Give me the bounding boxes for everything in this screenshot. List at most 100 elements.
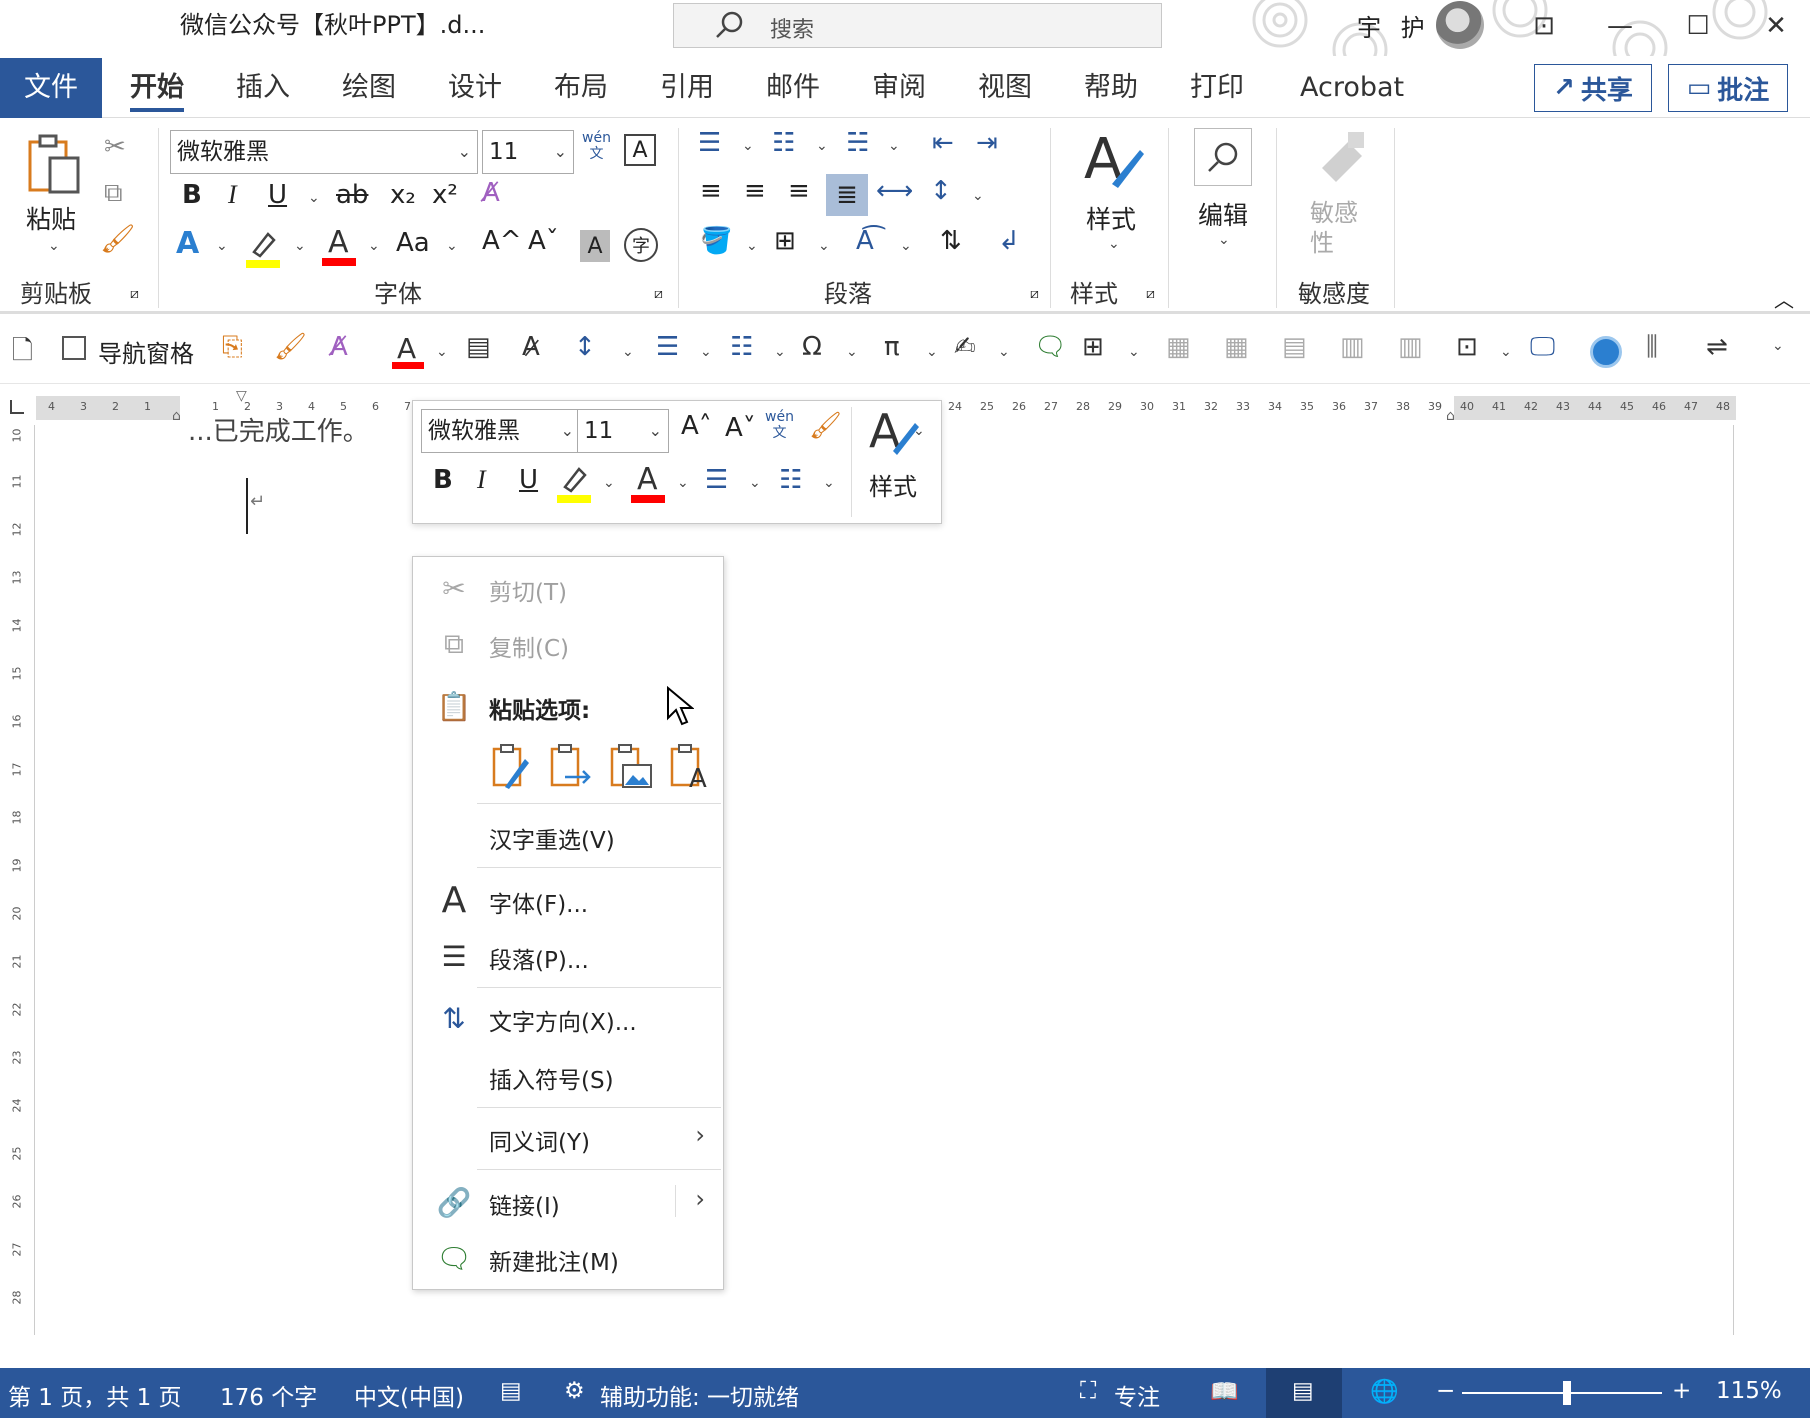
zoom-slider-thumb[interactable]	[1563, 1381, 1571, 1405]
tab-acrobat[interactable]: Acrobat	[1296, 58, 1408, 118]
chevron-down-icon[interactable]: ⌄	[888, 138, 900, 154]
symbol-icon[interactable]: Ω	[802, 332, 822, 372]
mini-underline-button[interactable]: U	[519, 465, 538, 505]
chevron-right-icon[interactable]: ›	[695, 1185, 705, 1213]
highlight-icon[interactable]	[557, 463, 591, 503]
left-indent-marker[interactable]: ⌂	[172, 408, 181, 424]
font-color-icon[interactable]: A	[392, 330, 424, 372]
chevron-down-icon[interactable]: ⌄	[1500, 344, 1512, 360]
chevron-down-icon[interactable]: ⌄	[1218, 232, 1230, 248]
maximize-button[interactable]: ☐	[1676, 6, 1720, 46]
equation-icon[interactable]: π	[884, 332, 900, 372]
tab-print[interactable]: 打印	[1186, 58, 1248, 118]
first-line-indent-marker[interactable]: ▽	[236, 388, 247, 404]
read-mode-icon[interactable]: 📖	[1210, 1378, 1239, 1405]
styles-pane-icon[interactable]: A̷	[522, 332, 540, 372]
new-comment-icon[interactable]: 🗨	[1034, 332, 1067, 372]
tab-mailings[interactable]: 邮件	[762, 58, 824, 118]
nav-pane-checkbox[interactable]	[62, 336, 86, 360]
zoom-slider-track[interactable]	[1462, 1392, 1662, 1394]
paste-keep-source-icon[interactable]	[491, 743, 531, 789]
chevron-down-icon[interactable]: ⌄	[846, 344, 858, 360]
handwriting-icon[interactable]: ✍	[954, 332, 976, 372]
chevron-down-icon[interactable]: ⌄	[816, 138, 828, 154]
chevron-down-icon[interactable]: ⌄	[436, 344, 448, 360]
chevron-down-icon[interactable]: ⌄	[368, 238, 380, 254]
tab-view[interactable]: 视图	[974, 58, 1036, 118]
align-objects-icon[interactable]: ⫼	[1646, 332, 1658, 372]
document-icon[interactable]: 🗋	[12, 332, 33, 372]
editing-button[interactable]: 编辑	[1198, 196, 1248, 232]
shrink-font-icon[interactable]: A˅	[725, 413, 756, 453]
font-color-icon[interactable]: A	[631, 461, 665, 505]
grow-font-button[interactable]: A^	[482, 226, 522, 266]
font-name-combo[interactable]: 微软雅黑 ⌄	[170, 130, 478, 174]
decrease-indent-icon[interactable]: ⇤	[932, 128, 954, 168]
paste-button[interactable]: 粘贴	[26, 200, 76, 236]
font-size-combo[interactable]: 11 ⌄	[482, 130, 574, 174]
chevron-down-icon[interactable]: ⌄	[677, 475, 689, 491]
numbering-icon[interactable]: ☷	[772, 128, 795, 168]
text-effects-icon[interactable]: A	[176, 226, 199, 266]
tab-design[interactable]: 设计	[444, 58, 506, 118]
text-box-icon[interactable]: ▤	[466, 332, 491, 372]
shrink-font-button[interactable]: Aˇ	[528, 226, 559, 266]
chevron-down-icon[interactable]: ⌄	[998, 344, 1010, 360]
mini-italic-button[interactable]: I	[477, 465, 486, 505]
cell-borders-icon[interactable]: ⊡	[1456, 332, 1478, 372]
chevron-down-icon[interactable]: ⌄	[216, 238, 228, 254]
character-border-icon[interactable]: A	[624, 134, 656, 166]
show-marks-icon[interactable]: ↲	[998, 226, 1020, 266]
paste-picture-icon[interactable]	[609, 743, 653, 789]
format-painter-icon[interactable]: 🖌	[809, 411, 842, 451]
chevron-down-icon[interactable]: ⌄	[900, 238, 912, 254]
shading-icon[interactable]: 🪣	[700, 226, 732, 266]
chevron-down-icon[interactable]: ⌄	[700, 344, 712, 360]
chevron-down-icon[interactable]: ⌄	[1108, 236, 1120, 252]
chevron-down-icon[interactable]: ⌄	[746, 238, 758, 254]
menu-item-font[interactable]: A 字体(F)...	[413, 875, 723, 925]
paste-text-only-icon[interactable]: A	[669, 743, 713, 794]
chinese-layout-icon[interactable]: A͡	[856, 226, 874, 266]
tab-help[interactable]: 帮助	[1080, 58, 1142, 118]
increase-indent-icon[interactable]: ⇥	[976, 128, 998, 168]
avatar[interactable]	[1436, 1, 1484, 49]
align-left-icon[interactable]: ≡	[700, 176, 722, 216]
tab-insert[interactable]: 插入	[232, 58, 294, 118]
menu-item-insert-symbol[interactable]: 插入符号(S)	[413, 1051, 723, 1101]
styles-icon[interactable]: A ⌄	[867, 404, 927, 458]
paste-dropdown-icon[interactable]: ⌄	[48, 238, 60, 254]
chevron-down-icon[interactable]: ⌄	[926, 344, 938, 360]
zoom-in-button[interactable]: +	[1672, 1378, 1691, 1404]
menu-item-copy[interactable]: ⧉ 复制(C)	[413, 619, 723, 669]
close-button[interactable]: ✕	[1754, 6, 1798, 46]
subscript-button[interactable]: x₂	[390, 180, 416, 220]
font-color-icon[interactable]: A	[322, 224, 356, 268]
collapse-ribbon-icon[interactable]: ︿	[1774, 284, 1794, 313]
wrap-text-icon[interactable]: ⇌	[1706, 332, 1728, 372]
chevron-down-icon[interactable]: ⌄	[972, 188, 984, 204]
chevron-down-icon[interactable]: ⌄	[603, 475, 615, 491]
user-name[interactable]: 宇 护	[1357, 8, 1431, 43]
right-indent-marker[interactable]: ⌂	[1446, 408, 1455, 424]
highlight-icon[interactable]	[246, 228, 280, 268]
chevron-down-icon[interactable]: ⌄	[308, 190, 320, 206]
bullets-icon[interactable]: ☰	[656, 332, 679, 372]
phonetic-guide-icon[interactable]: wén 文	[582, 130, 611, 162]
mini-styles-label[interactable]: 样式	[869, 467, 917, 502]
chevron-down-icon[interactable]: ⌄	[818, 238, 830, 254]
ribbon-display-button[interactable]: ⊡	[1522, 6, 1566, 46]
accessibility-status[interactable]: 辅助功能: 一切就绪	[600, 1378, 799, 1412]
dialog-launcher-icon[interactable]: ⧄	[1030, 286, 1039, 302]
numbering-icon[interactable]: ☷	[730, 332, 753, 372]
multilevel-list-icon[interactable]: ☵	[846, 128, 869, 168]
menu-item-synonyms[interactable]: 同义词(Y) ›	[413, 1113, 723, 1163]
chevron-down-icon[interactable]: ⌄	[294, 238, 306, 254]
dialog-launcher-icon[interactable]: ⧄	[130, 286, 139, 302]
tab-references[interactable]: 引用	[656, 58, 718, 118]
bullets-icon[interactable]: ☰	[705, 465, 728, 505]
styles-button[interactable]: 样式	[1086, 200, 1136, 236]
change-case-button[interactable]: Aa	[396, 228, 430, 268]
zoom-out-button[interactable]: −	[1436, 1378, 1455, 1404]
numbering-icon[interactable]: ☷	[779, 465, 802, 505]
